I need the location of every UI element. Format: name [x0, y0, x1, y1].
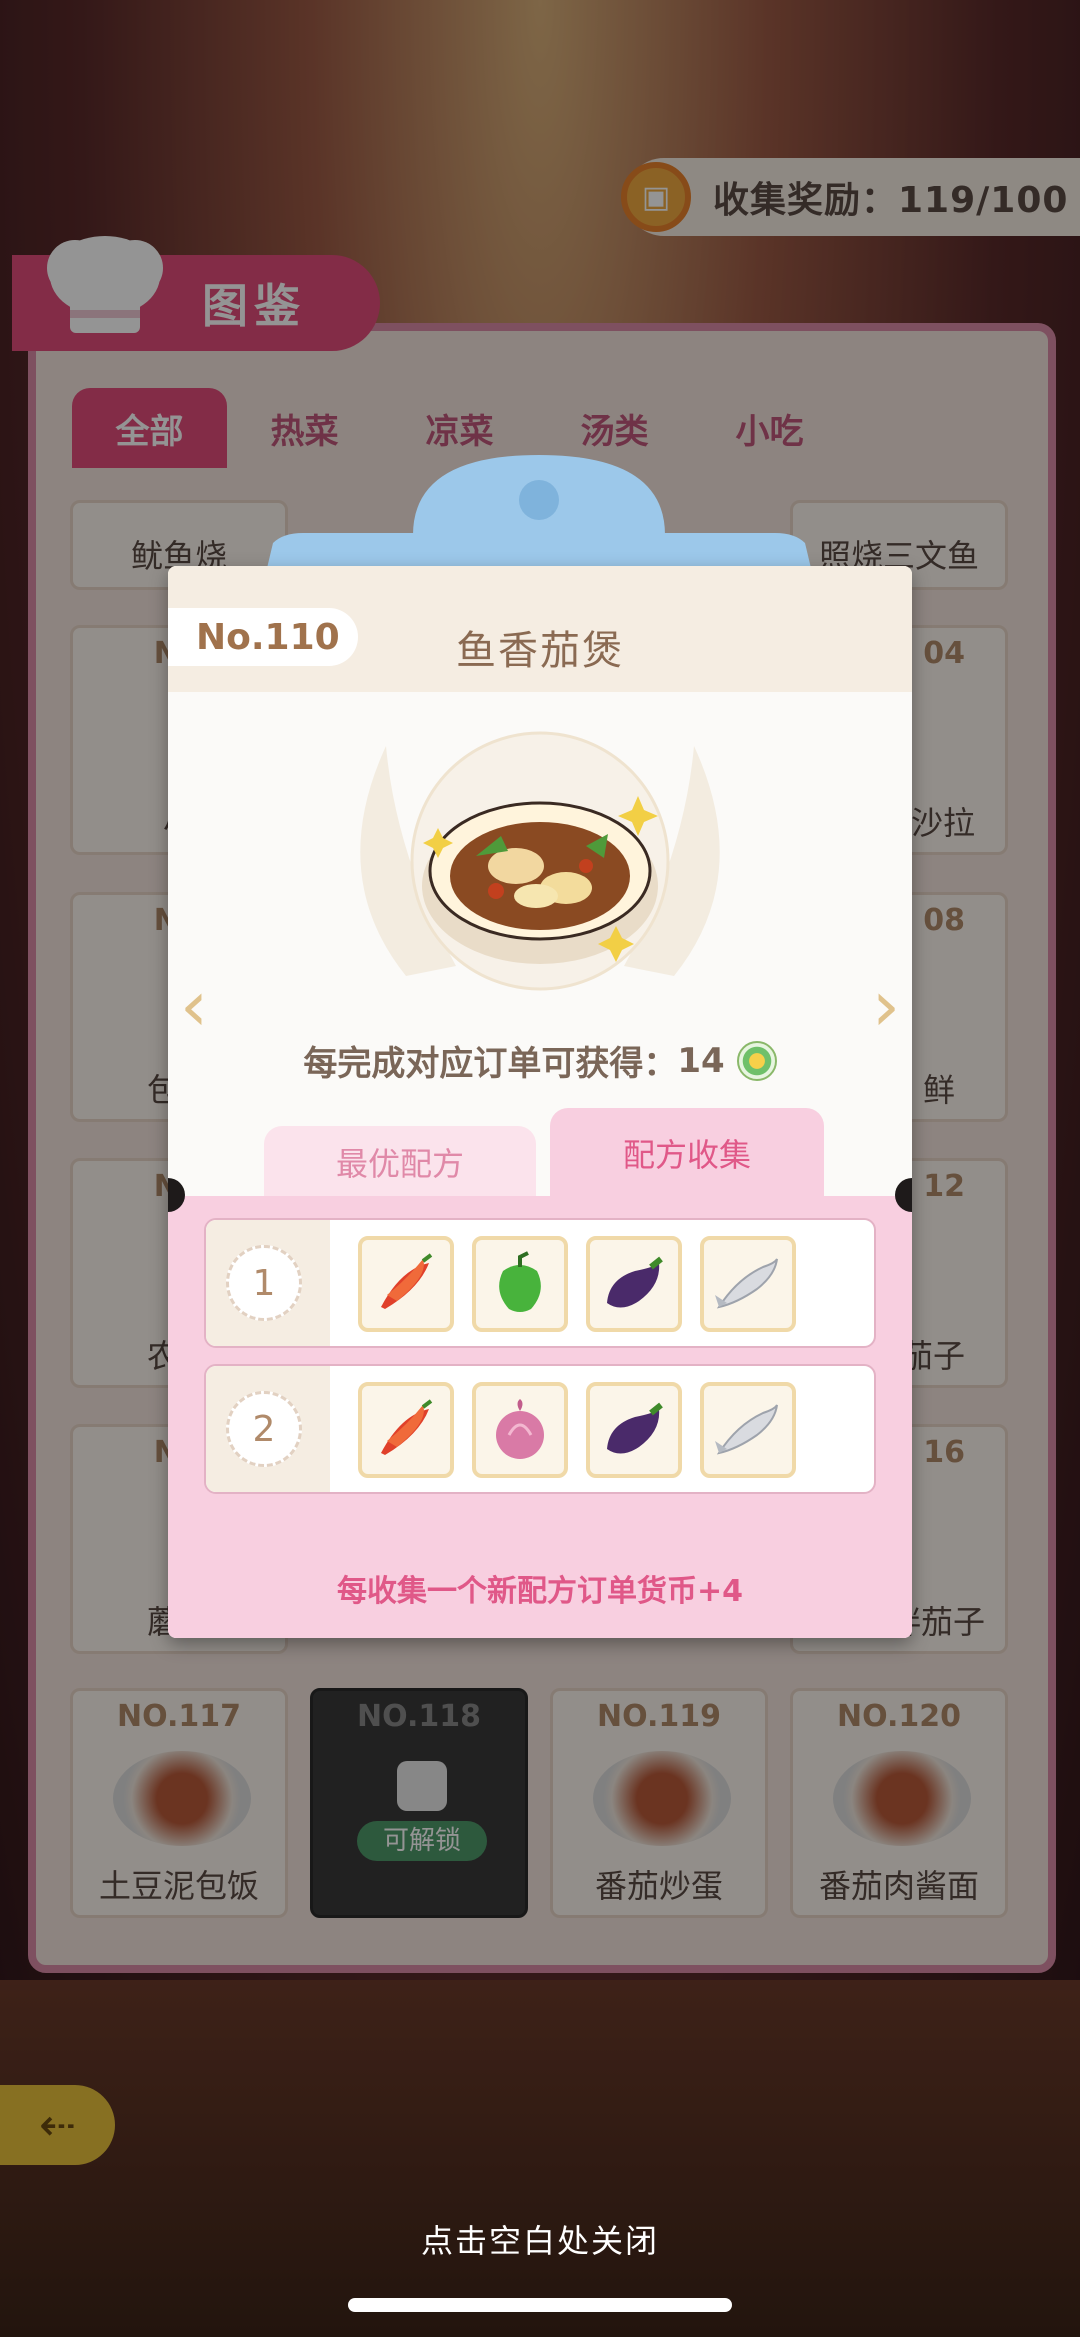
recipe-row: 1	[204, 1218, 876, 1348]
tab-recipe-collection[interactable]: 配方收集	[550, 1108, 824, 1198]
chili-pepper-icon	[358, 1236, 454, 1332]
chili-pepper-icon	[358, 1382, 454, 1478]
reward-value: 14	[677, 1040, 725, 1081]
recipe-index: 1	[226, 1245, 302, 1321]
previous-dish-chevron-icon[interactable]: ‹	[180, 971, 208, 1041]
recipe-row: 2	[204, 1364, 876, 1494]
onion-icon	[472, 1382, 568, 1478]
recipe-index: 2	[226, 1391, 302, 1467]
recipe-index-box: 2	[206, 1366, 330, 1492]
recipe-modal: No.110 鱼香茄煲 ‹ › 每完成对应订单可获得： 14 最优配方 配方收集	[168, 566, 912, 1638]
fish-icon	[700, 1236, 796, 1332]
tap-to-close-hint[interactable]: 点击空白处关闭	[0, 2216, 1080, 2262]
modal-header: No.110 鱼香茄煲	[168, 566, 912, 692]
home-indicator[interactable]	[348, 2298, 732, 2312]
green-pepper-icon	[472, 1236, 568, 1332]
fish-icon	[700, 1382, 796, 1478]
eggplant-icon	[586, 1236, 682, 1332]
next-dish-chevron-icon[interactable]: ›	[872, 971, 900, 1041]
eggplant-icon	[586, 1382, 682, 1478]
coin-icon	[736, 1040, 777, 1081]
order-reward-line: 每完成对应订单可获得： 14	[168, 1036, 912, 1085]
dish-illustration	[360, 731, 720, 991]
dish-title: 鱼香茄煲	[456, 628, 624, 674]
recipe-index-box: 1	[206, 1220, 330, 1346]
collection-bonus-note: 每收集一个新配方订单货币+4	[336, 1574, 743, 1609]
reward-label: 每完成对应订单可获得：	[303, 1044, 678, 1084]
tab-optimal-recipe[interactable]: 最优配方	[264, 1126, 536, 1198]
